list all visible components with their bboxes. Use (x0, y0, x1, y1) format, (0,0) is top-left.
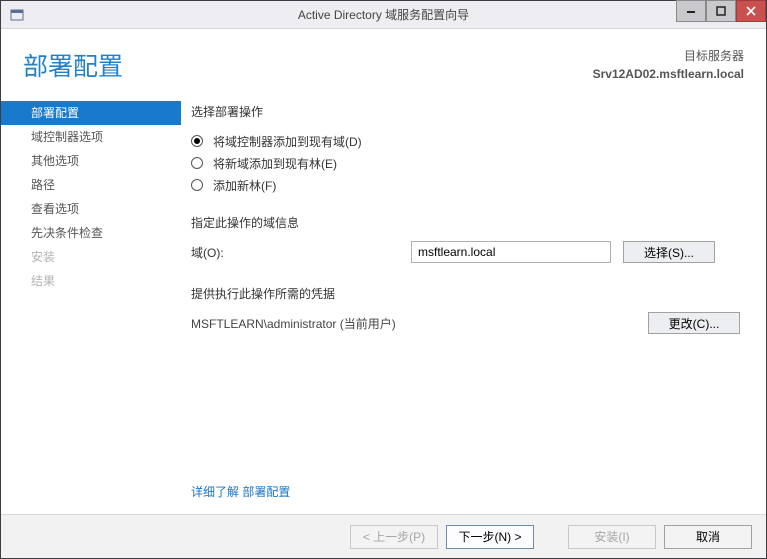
sidebar-item-review[interactable]: 查看选项 (1, 197, 181, 221)
minimize-button[interactable] (676, 0, 706, 22)
radio-add-dc-existing-domain[interactable]: 将域控制器添加到现有域(D) (191, 130, 740, 152)
radio-icon (191, 157, 203, 169)
app-icon (7, 5, 27, 25)
learn-more-prefix: 详细了解 (191, 485, 239, 499)
select-operation-label: 选择部署操作 (191, 103, 740, 120)
window-controls (676, 1, 766, 28)
title-bar: Active Directory 域服务配置向导 (1, 1, 766, 29)
window-title: Active Directory 域服务配置向导 (1, 6, 766, 23)
sidebar-item-deployment-config[interactable]: 部署配置 (1, 101, 181, 125)
radio-label: 添加新林(F) (213, 177, 276, 194)
close-button[interactable] (736, 0, 766, 22)
sidebar-item-prereq[interactable]: 先决条件检查 (1, 221, 181, 245)
footer: < 上一步(P) 下一步(N) > 安装(I) 取消 (1, 514, 766, 558)
radio-icon (191, 179, 203, 191)
radio-add-new-forest[interactable]: 添加新林(F) (191, 174, 740, 196)
radio-label: 将新域添加到现有林(E) (213, 155, 337, 172)
domain-field-label: 域(O): (191, 244, 411, 261)
radio-add-domain-existing-forest[interactable]: 将新域添加到现有林(E) (191, 152, 740, 174)
select-domain-button[interactable]: 选择(S)... (623, 241, 715, 263)
page-title: 部署配置 (23, 47, 123, 83)
credentials-row: MSFTLEARN\administrator (当前用户) 更改(C)... (191, 312, 740, 334)
radio-icon (191, 135, 203, 147)
sidebar-item-results: 结果 (1, 269, 181, 293)
next-button[interactable]: 下一步(N) > (446, 525, 534, 549)
target-server-name: Srv12AD02.msftlearn.local (593, 65, 744, 83)
target-server-label: 目标服务器 (593, 47, 744, 65)
prev-button: < 上一步(P) (350, 525, 438, 549)
sidebar-item-install: 安装 (1, 245, 181, 269)
learn-more-link[interactable]: 部署配置 (242, 485, 290, 499)
domain-row: 域(O): 选择(S)... (191, 241, 740, 263)
learn-more-row: 详细了解 部署配置 (191, 483, 290, 500)
credentials-label: 提供执行此操作所需的凭据 (191, 285, 740, 302)
install-button: 安装(I) (568, 525, 656, 549)
radio-label: 将域控制器添加到现有域(D) (213, 133, 362, 150)
target-server-box: 目标服务器 Srv12AD02.msftlearn.local (593, 47, 744, 83)
header: 部署配置 目标服务器 Srv12AD02.msftlearn.local (1, 29, 766, 95)
main-panel: 选择部署操作 将域控制器添加到现有域(D) 将新域添加到现有林(E) 添加新林(… (181, 95, 766, 512)
sidebar-item-paths[interactable]: 路径 (1, 173, 181, 197)
domain-input[interactable] (411, 241, 611, 263)
domain-info-label: 指定此操作的域信息 (191, 214, 740, 231)
change-credentials-button[interactable]: 更改(C)... (648, 312, 740, 334)
sidebar-item-other-options[interactable]: 其他选项 (1, 149, 181, 173)
sidebar-item-dc-options[interactable]: 域控制器选项 (1, 125, 181, 149)
wizard-body: 部署配置 域控制器选项 其他选项 路径 查看选项 先决条件检查 安装 结果 选择… (1, 95, 766, 512)
maximize-button[interactable] (706, 0, 736, 22)
cancel-button[interactable]: 取消 (664, 525, 752, 549)
sidebar: 部署配置 域控制器选项 其他选项 路径 查看选项 先决条件检查 安装 结果 (1, 95, 181, 512)
credentials-user: MSFTLEARN\administrator (当前用户) (191, 315, 396, 332)
